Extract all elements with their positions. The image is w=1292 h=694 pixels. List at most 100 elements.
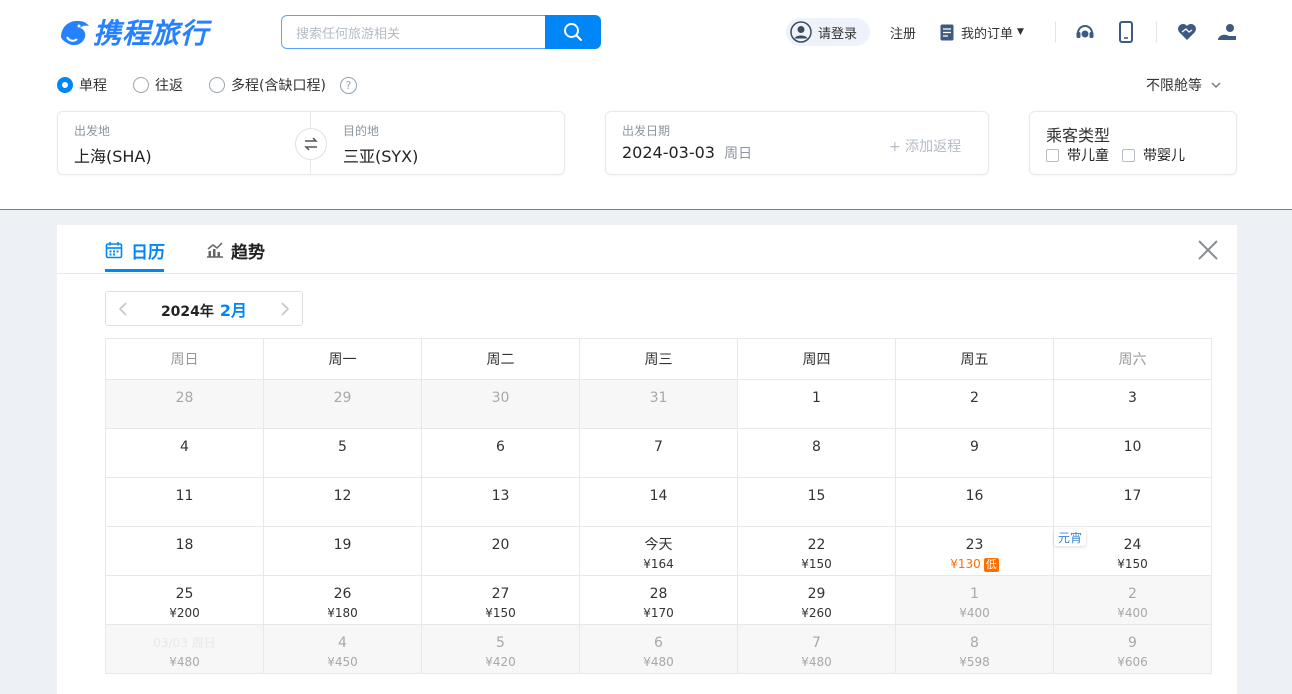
calendar-day-cell[interactable]: 26 ¥180 — [264, 576, 422, 625]
arrival-value: 三亚(SYX) — [343, 147, 419, 166]
day-price: ¥598 — [959, 654, 990, 670]
search-input[interactable]: 搜索任何旅游相关 — [281, 15, 546, 49]
login-button[interactable]: 请登录 — [786, 18, 870, 46]
calendar-day-cell[interactable]: 5 ¥420 — [422, 625, 580, 674]
calendar-day-cell[interactable]: 28 ¥170 — [580, 576, 738, 625]
calendar-day-cell[interactable]: 13 — [422, 478, 580, 527]
ctrip-logo[interactable]: 携程旅行 — [57, 12, 257, 52]
calendar-day-cell[interactable]: 29 ¥260 — [738, 576, 896, 625]
tab-calendar[interactable]: 日历 — [105, 238, 165, 263]
day-price: ¥480 — [643, 654, 674, 670]
day-number: 16 — [965, 488, 984, 504]
calendar-day-cell[interactable]: 22 ¥150 — [738, 527, 896, 576]
calendar-day-cell[interactable]: 今天 ¥164 — [580, 527, 738, 576]
prev-month-icon[interactable] — [118, 301, 128, 317]
add-return-button[interactable]: + 添加返程 — [889, 136, 961, 156]
calendar-day-cell[interactable]: 元宵 24 ¥150 — [1054, 527, 1212, 576]
register-link[interactable]: 注册 — [890, 18, 916, 46]
calendar-day-cell[interactable]: 7 ¥480 — [738, 625, 896, 674]
infant-checkbox[interactable]: 带婴儿 — [1122, 145, 1185, 165]
calendar-day-cell[interactable]: 7 — [580, 429, 738, 478]
calendar-day-cell[interactable]: 20 — [422, 527, 580, 576]
calendar-day-cell[interactable]: 11 — [106, 478, 264, 527]
day-price: ¥480 — [801, 654, 832, 670]
arrival-field[interactable]: 目的地 三亚(SYX) — [343, 122, 553, 167]
price-value: ¥180 — [327, 606, 358, 620]
calendar-week-row: 11 12 13 14 15 16 17 — [106, 478, 1212, 527]
calendar-day-cell[interactable]: 1 — [738, 380, 896, 429]
user-service-icon[interactable] — [1215, 20, 1239, 44]
calendar-day-cell[interactable]: 9 — [896, 429, 1054, 478]
departure-date-field[interactable]: 出发日期 2024-03-03 周日 — [622, 122, 862, 163]
cabin-class-select[interactable]: 不限舱等 — [1146, 74, 1222, 96]
calendar-day-cell[interactable]: 28 — [106, 380, 264, 429]
calendar-day-cell[interactable]: 15 — [738, 478, 896, 527]
mobile-icon[interactable] — [1114, 20, 1138, 44]
radio-round-trip[interactable]: 往返 — [133, 75, 183, 95]
help-icon[interactable]: ? — [339, 76, 357, 94]
calendar-day-cell[interactable]: 5 — [264, 429, 422, 478]
day-price: ¥260 — [801, 605, 832, 621]
calendar-day-cell[interactable]: 9 ¥606 — [1054, 625, 1212, 674]
day-number: 3 — [1128, 390, 1137, 406]
tab-trend[interactable]: 趋势 — [206, 238, 265, 263]
departure-value: 上海(SHA) — [74, 147, 152, 166]
day-number: 2 — [970, 390, 979, 406]
calendar-day-cell[interactable]: 6 ¥480 — [580, 625, 738, 674]
weekday-fri: 周五 — [896, 339, 1054, 380]
calendar-day-cell[interactable]: 18 — [106, 527, 264, 576]
calendar-day-cell[interactable]: 29 — [264, 380, 422, 429]
favorites-icon[interactable] — [1175, 20, 1199, 44]
calendar-day-cell[interactable]: 31 — [580, 380, 738, 429]
order-doc-icon — [940, 24, 954, 40]
my-orders-menu[interactable]: 我的订单 ▼ — [940, 18, 1024, 46]
holiday-tag: 元宵 — [1054, 529, 1087, 546]
calendar-day-cell[interactable]: 17 — [1054, 478, 1212, 527]
calendar-day-cell[interactable]: 10 — [1054, 429, 1212, 478]
day-number: 26 — [333, 586, 352, 602]
radio-label: 多程(含缺口程) — [231, 78, 326, 94]
price-value: ¥480 — [801, 655, 832, 669]
radio-multi-city[interactable]: 多程(含缺口程) — [209, 75, 326, 95]
day-number: 10 — [1123, 439, 1142, 455]
day-number: 17 — [1123, 488, 1142, 504]
customer-service-icon[interactable] — [1073, 20, 1097, 44]
calendar-day-cell[interactable]: 16 — [896, 478, 1054, 527]
calendar-day-cell[interactable]: 30 — [422, 380, 580, 429]
child-checkbox[interactable]: 带儿童 — [1046, 145, 1109, 165]
calendar-day-cell[interactable]: 6 — [422, 429, 580, 478]
calendar-day-cell[interactable]: 25 ¥200 — [106, 576, 264, 625]
tab-trend-label: 趋势 — [231, 242, 265, 263]
calendar-day-cell[interactable]: 8 ¥598 — [896, 625, 1054, 674]
calendar-day-cell[interactable]: 14 — [580, 478, 738, 527]
calendar-day-cell[interactable]: 1 ¥400 — [896, 576, 1054, 625]
chevron-down-icon — [1211, 82, 1221, 88]
calendar-day-cell[interactable]: 19 — [264, 527, 422, 576]
departure-field[interactable]: 出发地 上海(SHA) — [74, 122, 284, 167]
tab-calendar-label: 日历 — [131, 242, 165, 263]
calendar-day-cell[interactable]: 03/03 周日 ¥480 — [106, 625, 264, 674]
radio-label: 往返 — [155, 78, 183, 94]
calendar-day-cell[interactable]: 27 ¥150 — [422, 576, 580, 625]
price-value: ¥200 — [169, 606, 200, 620]
day-number: 8 — [970, 635, 979, 651]
day-number: 29 — [807, 586, 826, 602]
next-month-icon[interactable] — [280, 301, 290, 317]
calendar-day-cell[interactable]: 4 ¥450 — [264, 625, 422, 674]
calendar-day-cell[interactable]: 23 ¥130 低 — [896, 527, 1054, 576]
weekday-tue: 周二 — [422, 339, 580, 380]
price-value: ¥480 — [169, 655, 200, 669]
search-button[interactable] — [545, 15, 601, 49]
calendar-day-cell[interactable]: 2 ¥400 — [1054, 576, 1212, 625]
calendar-day-cell[interactable]: 3 — [1054, 380, 1212, 429]
calendar-day-cell[interactable]: 8 — [738, 429, 896, 478]
swap-cities-button[interactable] — [295, 128, 327, 160]
calendar-day-cell[interactable]: 2 — [896, 380, 1054, 429]
close-icon[interactable] — [1196, 238, 1220, 262]
calendar-day-cell[interactable]: 4 — [106, 429, 264, 478]
day-number: 22 — [807, 537, 826, 553]
calendar-day-cell[interactable]: 12 — [264, 478, 422, 527]
checkbox-box — [1046, 148, 1059, 162]
radio-one-way[interactable]: 单程 — [57, 75, 107, 95]
avatar-icon — [790, 21, 812, 43]
